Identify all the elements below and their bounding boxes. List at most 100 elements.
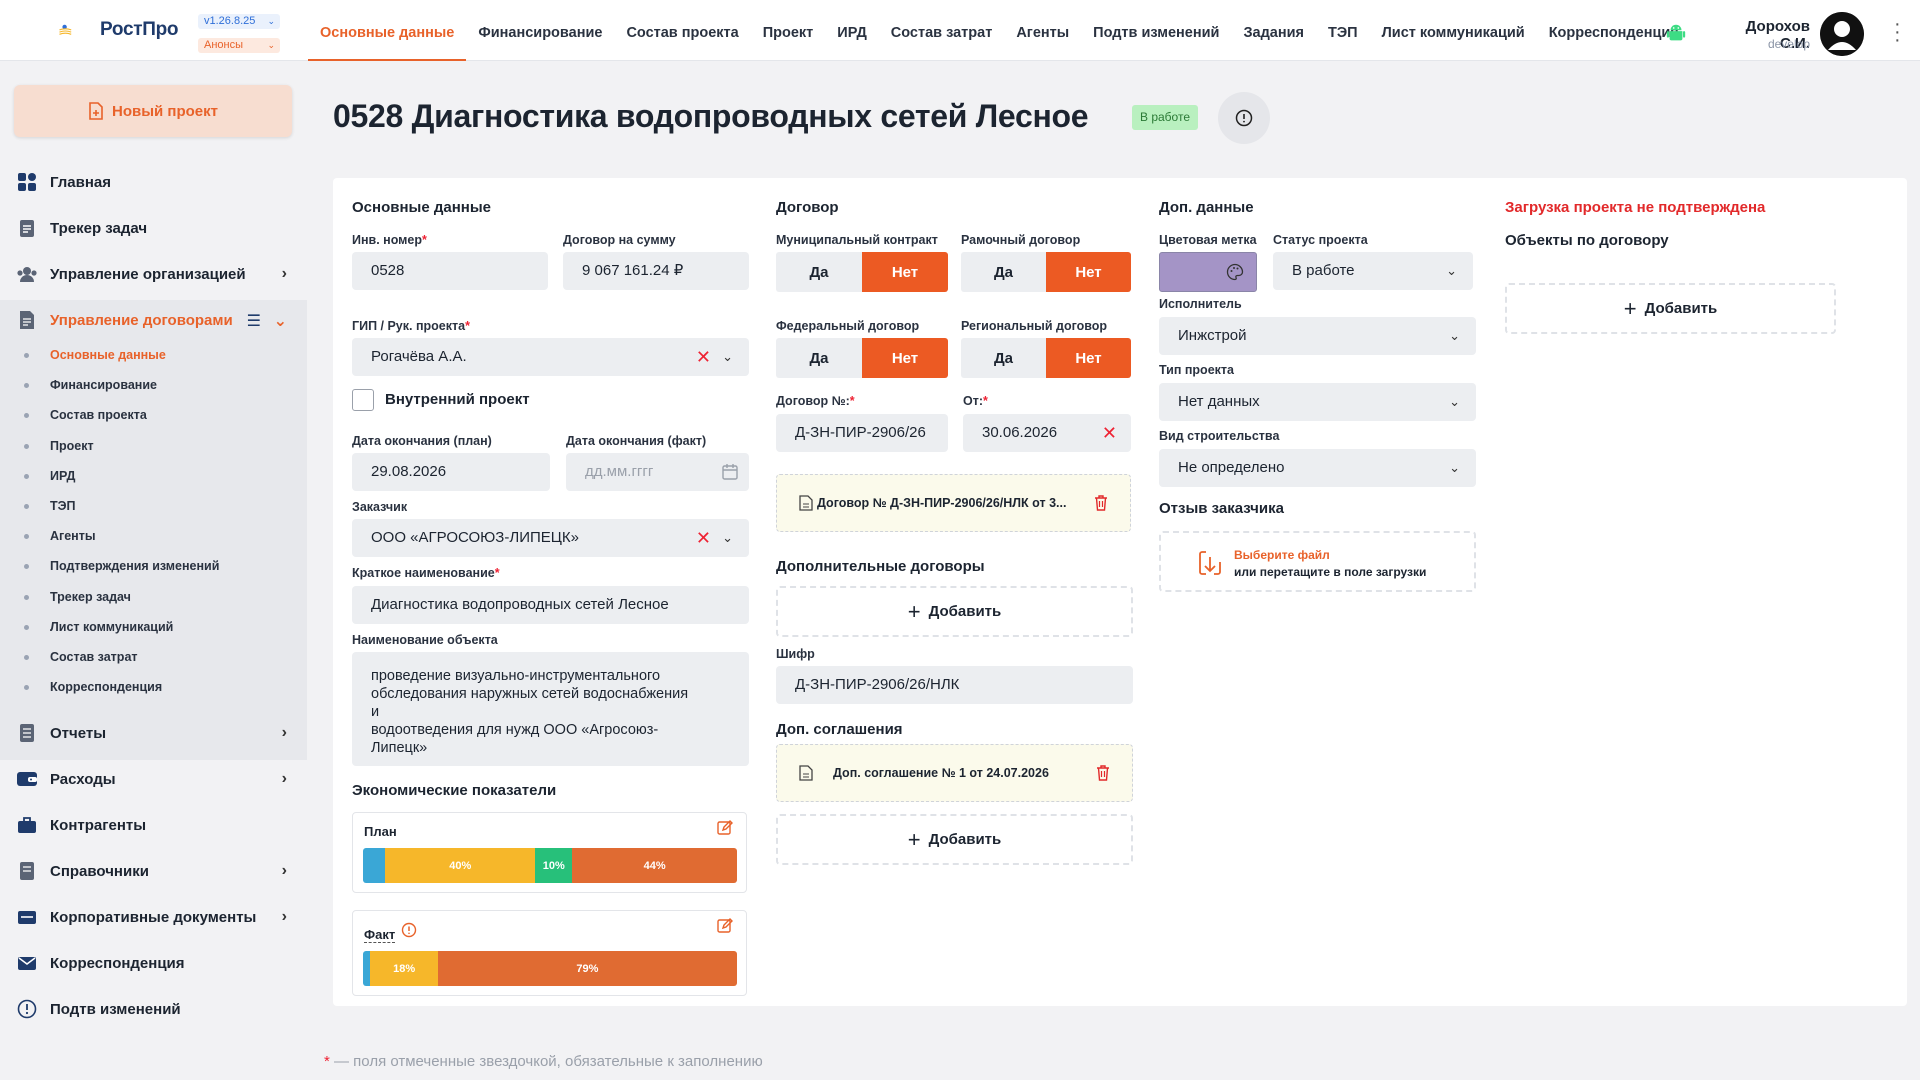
edit-icon[interactable] xyxy=(716,819,734,837)
regional-yes-option[interactable]: Да xyxy=(961,338,1046,378)
clear-icon[interactable]: ✕ xyxy=(696,338,711,376)
federal-toggle: Да Нет xyxy=(776,338,948,378)
top-nav: Основные данные Финансирование Состав прое… xyxy=(308,0,1691,61)
sidebar-item-8[interactable]: Корпоративные документы › xyxy=(0,897,307,937)
sidebar-item-1[interactable]: Трекер задач xyxy=(0,208,307,248)
end-plan-field[interactable]: 29.08.2026 xyxy=(352,453,550,491)
nav-tab-8[interactable]: Задания xyxy=(1231,0,1316,61)
logo-text[interactable]: РостПро xyxy=(100,19,179,41)
regional-no-option[interactable]: Нет xyxy=(1046,338,1131,378)
sidebar-item-6[interactable]: Контрагенты xyxy=(0,805,307,845)
end-fact-field[interactable]: дд.мм.гггг xyxy=(566,453,749,491)
fact-label: Факт xyxy=(364,927,396,943)
contract-date-label-text: От: xyxy=(963,394,984,408)
contract-date-label: От:* xyxy=(963,394,988,408)
nav-tab-9[interactable]: ТЭП xyxy=(1316,0,1370,61)
sidebar-item-0[interactable]: Главная xyxy=(0,162,307,202)
nav-tab-10[interactable]: Лист коммуникаций xyxy=(1370,0,1537,61)
frame-no-option[interactable]: Нет xyxy=(1046,252,1131,292)
inv-number-field[interactable]: 0528 xyxy=(352,252,548,290)
frame-yes-option[interactable]: Да xyxy=(961,252,1046,292)
add-additional-contract-button[interactable]: + Добавить xyxy=(776,586,1133,637)
short-name-field[interactable]: Диагностика водопроводных сетей Лесное xyxy=(352,586,749,624)
sidebar-subitem-2[interactable]: Состав проекта xyxy=(0,400,307,430)
edit-icon[interactable] xyxy=(716,917,734,935)
nav-tab-7[interactable]: Подтв изменений xyxy=(1081,0,1231,61)
sidebar-subitem-8[interactable]: Трекер задач xyxy=(0,582,307,612)
nav-tab-2[interactable]: Состав проекта xyxy=(614,0,750,61)
clear-icon[interactable]: ✕ xyxy=(696,519,711,557)
upload-warning: Загрузка проекта не подтверждена xyxy=(1505,199,1766,216)
customer-select[interactable]: ООО «АГРОСОЮЗ-ЛИПЕЦК» ✕ ⌄ xyxy=(352,519,749,557)
avatar[interactable] xyxy=(1820,12,1864,56)
cipher-label: Шифр xyxy=(776,647,815,661)
sidebar-subitem-10[interactable]: Состав затрат xyxy=(0,642,307,672)
nav-tab-3[interactable]: Проект xyxy=(751,0,826,61)
contract-number-field[interactable]: Д-ЗН-ПИР-2906/26 xyxy=(776,414,948,452)
chevron-down-icon[interactable]: ⌄ xyxy=(722,338,733,376)
municipal-yes-option[interactable]: Да xyxy=(776,252,862,292)
color-tag-picker[interactable] xyxy=(1159,252,1257,292)
construction-type-select[interactable]: Не определено ⌄ xyxy=(1159,449,1476,487)
book-icon xyxy=(16,860,38,882)
upload-choose-file[interactable]: Выберите файл xyxy=(1234,548,1330,562)
add-object-button[interactable]: + Добавить xyxy=(1505,283,1836,334)
chevron-down-icon[interactable]: ⌄ xyxy=(722,519,733,557)
extra-section-title: Доп. данные xyxy=(1159,199,1254,216)
sidebar-item-5[interactable]: Расходы › xyxy=(0,759,307,799)
nav-tab-4[interactable]: ИРД xyxy=(825,0,879,61)
sidebar-item-2[interactable]: Управление организацией › xyxy=(0,254,307,294)
sidebar-item-9[interactable]: Корреспонденция xyxy=(0,943,307,983)
sidebar-item-4[interactable]: Отчеты › xyxy=(0,713,307,753)
sidebar-item-10[interactable]: Подтв изменений xyxy=(0,989,307,1029)
sidebar-item-3[interactable]: Управление договорами ☰ ⌄ xyxy=(0,300,307,340)
project-type-select[interactable]: Нет данных ⌄ xyxy=(1159,383,1476,421)
project-status-select[interactable]: В работе ⌄ xyxy=(1273,252,1473,290)
sidebar-subitem-7[interactable]: Подтверждения изменений xyxy=(0,551,307,581)
federal-yes-option[interactable]: Да xyxy=(776,338,862,378)
chevron-down-icon: ⌄ xyxy=(1449,328,1460,343)
list-icon[interactable]: ☰ xyxy=(247,311,261,331)
trash-icon[interactable] xyxy=(1096,765,1110,781)
sidebar-subitem-3[interactable]: Проект xyxy=(0,431,307,461)
executor-select[interactable]: Инжстрой ⌄ xyxy=(1159,317,1476,355)
sidebar-item-label: Контрагенты xyxy=(50,816,147,834)
nav-tab-0[interactable]: Основные данные xyxy=(308,0,467,61)
sidebar-subitem-4[interactable]: ИРД xyxy=(0,461,307,491)
sidebar-subitem-6[interactable]: Агенты xyxy=(0,521,307,551)
info-icon xyxy=(1235,109,1253,127)
feedback-upload-zone[interactable]: Выберите файл или перетащите в поле загр… xyxy=(1159,531,1476,592)
agreement-document[interactable]: Доп. соглашение № 1 от 24.07.2026 xyxy=(776,744,1133,802)
inv-number-value: 0528 xyxy=(371,262,405,279)
clear-icon[interactable]: ✕ xyxy=(1102,414,1117,452)
announcements-badge[interactable]: Анонсы ⌄ xyxy=(198,38,280,53)
sidebar-subitem-1[interactable]: Финансирование xyxy=(0,370,307,400)
contract-date-field[interactable]: 30.06.2026 ✕ xyxy=(963,414,1131,452)
municipal-no-option[interactable]: Нет xyxy=(862,252,948,292)
add-agreement-button[interactable]: + Добавить xyxy=(776,814,1133,865)
sidebar-subitem-11[interactable]: Корреспонденция xyxy=(0,672,307,702)
nav-tab-6[interactable]: Агенты xyxy=(1004,0,1081,61)
trash-icon[interactable] xyxy=(1094,495,1108,511)
sidebar-subitem-9[interactable]: Лист коммуникаций xyxy=(0,612,307,642)
nav-tab-5[interactable]: Состав затрат xyxy=(879,0,1005,61)
calendar-icon[interactable] xyxy=(721,463,739,481)
android-icon[interactable] xyxy=(1665,22,1687,44)
more-menu-icon[interactable]: · · · xyxy=(1894,14,1901,50)
version-badge[interactable]: v1.26.8.25 ⌄ xyxy=(198,14,280,29)
warning-icon[interactable] xyxy=(401,922,417,938)
sidebar-item-7[interactable]: Справочники › xyxy=(0,851,307,891)
sidebar-subitem-0[interactable]: Основные данные xyxy=(0,340,307,370)
new-project-button[interactable]: Новый проект xyxy=(14,85,292,137)
sidebar-subitem-5[interactable]: ТЭП xyxy=(0,491,307,521)
gip-select[interactable]: Рогачёва А.А. ✕ ⌄ xyxy=(352,338,749,376)
internal-project-checkbox[interactable] xyxy=(352,389,374,411)
nav-tab-1[interactable]: Финансирование xyxy=(466,0,614,61)
contract-sum-field[interactable]: 9 067 161.24 ₽ xyxy=(563,252,749,290)
info-button[interactable] xyxy=(1218,92,1270,144)
contract-document[interactable]: Договор № Д-ЗН-ПИР-2906/26/НЛК от 3... xyxy=(776,474,1131,532)
object-name-textarea[interactable]: проведение визуально-инструментального о… xyxy=(352,652,749,766)
federal-no-option[interactable]: Нет xyxy=(862,338,948,378)
cipher-field[interactable]: Д-ЗН-ПИР-2906/26/НЛК xyxy=(776,666,1133,704)
chevron-right-icon: › xyxy=(281,908,287,925)
